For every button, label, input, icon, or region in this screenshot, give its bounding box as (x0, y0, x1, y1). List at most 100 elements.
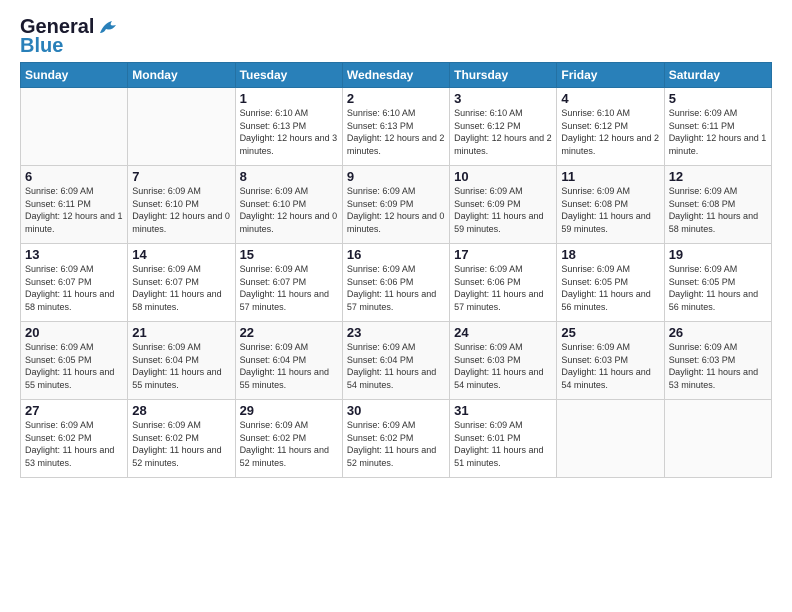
col-header-sunday: Sunday (21, 63, 128, 88)
day-detail: Sunrise: 6:09 AMSunset: 6:07 PMDaylight:… (240, 263, 338, 313)
day-number: 8 (240, 169, 338, 184)
day-cell: 15Sunrise: 6:09 AMSunset: 6:07 PMDayligh… (235, 244, 342, 322)
day-cell: 8Sunrise: 6:09 AMSunset: 6:10 PMDaylight… (235, 166, 342, 244)
day-detail: Sunrise: 6:09 AMSunset: 6:06 PMDaylight:… (347, 263, 445, 313)
day-cell: 12Sunrise: 6:09 AMSunset: 6:08 PMDayligh… (664, 166, 771, 244)
day-number: 16 (347, 247, 445, 262)
day-detail: Sunrise: 6:09 AMSunset: 6:04 PMDaylight:… (347, 341, 445, 391)
day-cell: 22Sunrise: 6:09 AMSunset: 6:04 PMDayligh… (235, 322, 342, 400)
day-cell: 27Sunrise: 6:09 AMSunset: 6:02 PMDayligh… (21, 400, 128, 478)
day-detail: Sunrise: 6:09 AMSunset: 6:11 PMDaylight:… (25, 185, 123, 235)
day-cell: 1Sunrise: 6:10 AMSunset: 6:13 PMDaylight… (235, 88, 342, 166)
day-number: 13 (25, 247, 123, 262)
day-cell: 30Sunrise: 6:09 AMSunset: 6:02 PMDayligh… (342, 400, 449, 478)
day-number: 7 (132, 169, 230, 184)
day-number: 15 (240, 247, 338, 262)
day-number: 22 (240, 325, 338, 340)
header-row: SundayMondayTuesdayWednesdayThursdayFrid… (21, 63, 772, 88)
day-detail: Sunrise: 6:09 AMSunset: 6:07 PMDaylight:… (25, 263, 123, 313)
day-cell: 21Sunrise: 6:09 AMSunset: 6:04 PMDayligh… (128, 322, 235, 400)
day-number: 20 (25, 325, 123, 340)
day-cell: 14Sunrise: 6:09 AMSunset: 6:07 PMDayligh… (128, 244, 235, 322)
page-container: General Blue SundayMondayTuesdayWednesda… (0, 0, 792, 488)
day-detail: Sunrise: 6:09 AMSunset: 6:02 PMDaylight:… (132, 419, 230, 469)
col-header-thursday: Thursday (450, 63, 557, 88)
day-number: 31 (454, 403, 552, 418)
day-number: 4 (561, 91, 659, 106)
day-detail: Sunrise: 6:10 AMSunset: 6:12 PMDaylight:… (454, 107, 552, 157)
day-number: 6 (25, 169, 123, 184)
day-cell: 23Sunrise: 6:09 AMSunset: 6:04 PMDayligh… (342, 322, 449, 400)
day-detail: Sunrise: 6:09 AMSunset: 6:09 PMDaylight:… (347, 185, 445, 235)
day-detail: Sunrise: 6:09 AMSunset: 6:05 PMDaylight:… (561, 263, 659, 313)
day-detail: Sunrise: 6:09 AMSunset: 6:10 PMDaylight:… (240, 185, 338, 235)
day-detail: Sunrise: 6:10 AMSunset: 6:12 PMDaylight:… (561, 107, 659, 157)
day-cell: 19Sunrise: 6:09 AMSunset: 6:05 PMDayligh… (664, 244, 771, 322)
week-row-2: 6Sunrise: 6:09 AMSunset: 6:11 PMDaylight… (21, 166, 772, 244)
day-number: 3 (454, 91, 552, 106)
day-detail: Sunrise: 6:09 AMSunset: 6:01 PMDaylight:… (454, 419, 552, 469)
day-number: 1 (240, 91, 338, 106)
day-number: 26 (669, 325, 767, 340)
day-number: 19 (669, 247, 767, 262)
day-number: 29 (240, 403, 338, 418)
day-detail: Sunrise: 6:09 AMSunset: 6:03 PMDaylight:… (561, 341, 659, 391)
col-header-wednesday: Wednesday (342, 63, 449, 88)
day-number: 28 (132, 403, 230, 418)
day-detail: Sunrise: 6:09 AMSunset: 6:11 PMDaylight:… (669, 107, 767, 157)
week-row-3: 13Sunrise: 6:09 AMSunset: 6:07 PMDayligh… (21, 244, 772, 322)
week-row-4: 20Sunrise: 6:09 AMSunset: 6:05 PMDayligh… (21, 322, 772, 400)
day-detail: Sunrise: 6:09 AMSunset: 6:05 PMDaylight:… (669, 263, 767, 313)
day-cell: 13Sunrise: 6:09 AMSunset: 6:07 PMDayligh… (21, 244, 128, 322)
day-detail: Sunrise: 6:09 AMSunset: 6:08 PMDaylight:… (669, 185, 767, 235)
day-cell: 9Sunrise: 6:09 AMSunset: 6:09 PMDaylight… (342, 166, 449, 244)
day-cell: 20Sunrise: 6:09 AMSunset: 6:05 PMDayligh… (21, 322, 128, 400)
day-cell: 6Sunrise: 6:09 AMSunset: 6:11 PMDaylight… (21, 166, 128, 244)
day-cell: 5Sunrise: 6:09 AMSunset: 6:11 PMDaylight… (664, 88, 771, 166)
day-cell: 4Sunrise: 6:10 AMSunset: 6:12 PMDaylight… (557, 88, 664, 166)
day-detail: Sunrise: 6:09 AMSunset: 6:04 PMDaylight:… (132, 341, 230, 391)
day-cell: 10Sunrise: 6:09 AMSunset: 6:09 PMDayligh… (450, 166, 557, 244)
day-number: 27 (25, 403, 123, 418)
day-detail: Sunrise: 6:10 AMSunset: 6:13 PMDaylight:… (240, 107, 338, 157)
logo-bird-icon (98, 19, 120, 37)
day-cell: 24Sunrise: 6:09 AMSunset: 6:03 PMDayligh… (450, 322, 557, 400)
day-detail: Sunrise: 6:09 AMSunset: 6:06 PMDaylight:… (454, 263, 552, 313)
day-cell: 31Sunrise: 6:09 AMSunset: 6:01 PMDayligh… (450, 400, 557, 478)
day-detail: Sunrise: 6:09 AMSunset: 6:08 PMDaylight:… (561, 185, 659, 235)
day-number: 17 (454, 247, 552, 262)
col-header-tuesday: Tuesday (235, 63, 342, 88)
day-cell (557, 400, 664, 478)
day-cell: 26Sunrise: 6:09 AMSunset: 6:03 PMDayligh… (664, 322, 771, 400)
day-detail: Sunrise: 6:09 AMSunset: 6:02 PMDaylight:… (240, 419, 338, 469)
day-detail: Sunrise: 6:09 AMSunset: 6:02 PMDaylight:… (347, 419, 445, 469)
day-number: 18 (561, 247, 659, 262)
day-cell: 25Sunrise: 6:09 AMSunset: 6:03 PMDayligh… (557, 322, 664, 400)
day-cell: 11Sunrise: 6:09 AMSunset: 6:08 PMDayligh… (557, 166, 664, 244)
day-number: 5 (669, 91, 767, 106)
day-cell (128, 88, 235, 166)
day-cell: 3Sunrise: 6:10 AMSunset: 6:12 PMDaylight… (450, 88, 557, 166)
day-number: 12 (669, 169, 767, 184)
day-number: 24 (454, 325, 552, 340)
day-detail: Sunrise: 6:09 AMSunset: 6:03 PMDaylight:… (454, 341, 552, 391)
day-number: 30 (347, 403, 445, 418)
day-detail: Sunrise: 6:09 AMSunset: 6:04 PMDaylight:… (240, 341, 338, 391)
day-number: 14 (132, 247, 230, 262)
day-detail: Sunrise: 6:09 AMSunset: 6:10 PMDaylight:… (132, 185, 230, 235)
day-cell: 28Sunrise: 6:09 AMSunset: 6:02 PMDayligh… (128, 400, 235, 478)
day-detail: Sunrise: 6:09 AMSunset: 6:07 PMDaylight:… (132, 263, 230, 313)
day-number: 11 (561, 169, 659, 184)
day-cell (21, 88, 128, 166)
day-number: 10 (454, 169, 552, 184)
day-number: 21 (132, 325, 230, 340)
day-cell: 7Sunrise: 6:09 AMSunset: 6:10 PMDaylight… (128, 166, 235, 244)
header: General Blue (20, 16, 772, 58)
day-detail: Sunrise: 6:09 AMSunset: 6:02 PMDaylight:… (25, 419, 123, 469)
day-number: 23 (347, 325, 445, 340)
week-row-5: 27Sunrise: 6:09 AMSunset: 6:02 PMDayligh… (21, 400, 772, 478)
day-cell (664, 400, 771, 478)
day-number: 2 (347, 91, 445, 106)
day-cell: 18Sunrise: 6:09 AMSunset: 6:05 PMDayligh… (557, 244, 664, 322)
day-cell: 17Sunrise: 6:09 AMSunset: 6:06 PMDayligh… (450, 244, 557, 322)
